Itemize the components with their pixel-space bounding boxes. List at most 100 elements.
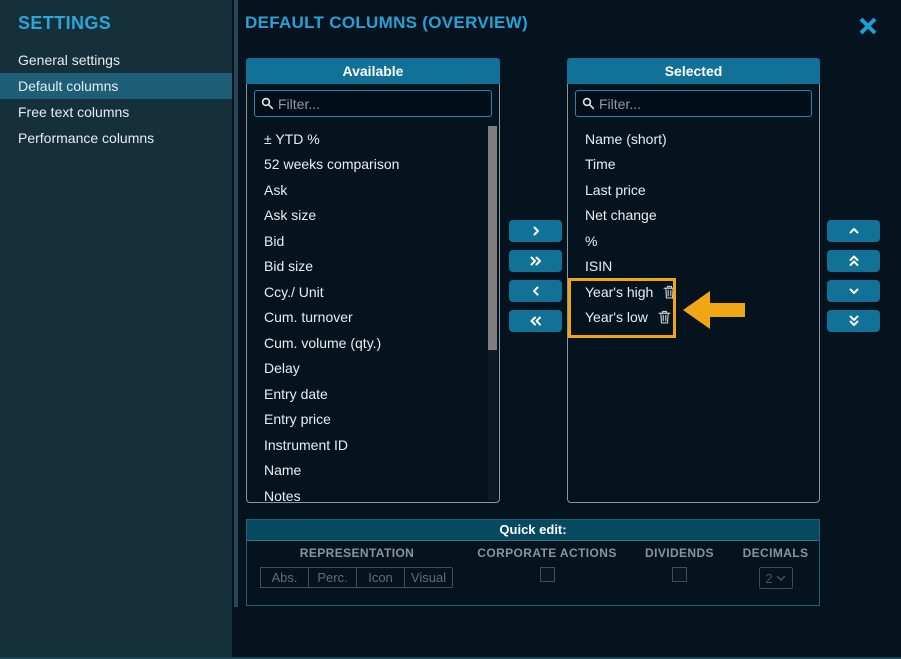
selected-list-item[interactable]: %	[568, 228, 819, 254]
move-all-right-button[interactable]	[509, 250, 562, 272]
available-list-item[interactable]: Delay	[247, 356, 499, 382]
selected-filter-input[interactable]	[599, 96, 805, 112]
close-button[interactable]	[855, 14, 881, 40]
selected-item-label: Year's low	[585, 309, 648, 325]
available-list-item[interactable]: Cum. turnover	[247, 305, 499, 331]
selected-list-item[interactable]: Year's low	[568, 305, 819, 331]
dividends-label: DIVIDENDS	[645, 546, 714, 560]
chevron-left-icon	[530, 285, 542, 297]
chevron-down-icon	[848, 285, 860, 297]
double-chevron-right-icon	[529, 255, 543, 267]
available-list-item[interactable]: ± YTD %	[247, 126, 499, 152]
move-all-left-button[interactable]	[509, 310, 562, 332]
settings-dialog: SETTINGS General settings Default column…	[0, 0, 901, 659]
available-body: ± YTD % 52 weeks comparison Ask Ask size…	[246, 84, 500, 503]
available-item-label: Entry price	[264, 411, 331, 427]
move-right-button[interactable]	[509, 220, 562, 242]
default-columns-content: DEFAULT COLUMNS (OVERVIEW) Available	[232, 0, 901, 659]
double-chevron-up-icon	[848, 254, 860, 268]
move-to-top-button[interactable]	[827, 250, 880, 272]
move-to-bottom-button[interactable]	[827, 310, 880, 332]
available-item-label: Ccy./ Unit	[264, 284, 324, 300]
available-filter	[254, 90, 492, 117]
move-left-button[interactable]	[509, 280, 562, 302]
corporate-actions-label: CORPORATE ACTIONS	[477, 546, 616, 560]
available-item-label: Entry date	[264, 386, 328, 402]
available-list-item[interactable]: Cum. volume (qty.)	[247, 330, 499, 356]
representation-option-button[interactable]: Perc.	[308, 567, 357, 588]
double-chevron-left-icon	[529, 315, 543, 327]
available-item-label: Instrument ID	[264, 437, 348, 453]
transfer-buttons	[509, 220, 562, 332]
selected-header: Selected	[567, 58, 820, 84]
representation-option-button[interactable]: Abs.	[260, 567, 309, 588]
selected-list-item[interactable]: ISIN	[568, 254, 819, 280]
selected-item-label: Last price	[585, 182, 646, 198]
sidebar-nav-item[interactable]: Free text columns	[0, 99, 232, 125]
available-header: Available	[246, 58, 500, 84]
dividends-group: DIVIDENDS	[627, 546, 732, 589]
sidebar-nav-item-label: Performance columns	[18, 130, 154, 146]
decimals-dropdown[interactable]: 2	[759, 567, 793, 589]
selected-list-item[interactable]: Year's high	[568, 279, 819, 305]
corporate-actions-group: CORPORATE ACTIONS	[467, 546, 627, 589]
move-down-button[interactable]	[827, 280, 880, 302]
sidebar-nav-item[interactable]: Default columns	[0, 73, 232, 99]
selected-list-item[interactable]: Name (short)	[568, 126, 819, 152]
available-scrollbar-thumb[interactable]	[488, 126, 497, 350]
trash-icon[interactable]	[658, 310, 671, 324]
available-item-label: 52 weeks comparison	[264, 156, 399, 172]
sidebar-nav-item-label: Free text columns	[18, 104, 129, 120]
available-item-label: Ask	[264, 182, 287, 198]
selected-list: Name (short) Time Last price	[568, 126, 819, 502]
available-item-label: Bid	[264, 233, 284, 249]
double-chevron-down-icon	[848, 314, 860, 328]
available-item-label: ± YTD %	[264, 131, 320, 147]
available-list: ± YTD % 52 weeks comparison Ask Ask size…	[247, 126, 499, 502]
selected-list-item[interactable]: Net change	[568, 203, 819, 229]
available-list-item[interactable]: Ccy./ Unit	[247, 279, 499, 305]
available-list-item[interactable]: Name	[247, 458, 499, 484]
selected-body: Name (short) Time Last price	[567, 84, 820, 503]
sidebar-nav-item-label: General settings	[18, 52, 120, 68]
selected-list-item[interactable]: Last price	[568, 177, 819, 203]
available-item-label: Delay	[264, 360, 300, 376]
sidebar-nav: General settings Default columns Free te…	[0, 47, 232, 151]
available-item-label: Cum. volume (qty.)	[264, 335, 381, 351]
available-list-item[interactable]: Ask size	[247, 203, 499, 229]
available-item-label: Name	[264, 462, 301, 478]
selected-item-label: Year's high	[585, 284, 653, 300]
dividends-checkbox[interactable]	[672, 567, 687, 582]
available-list-item[interactable]: 52 weeks comparison	[247, 152, 499, 178]
available-list-item[interactable]: Ask	[247, 177, 499, 203]
trash-icon[interactable]	[663, 285, 676, 299]
representation-option-button[interactable]: Icon	[356, 567, 405, 588]
selected-item-label: Time	[585, 156, 616, 172]
search-icon	[261, 97, 274, 110]
available-list-item[interactable]: Notes	[247, 483, 499, 502]
move-up-button[interactable]	[827, 220, 880, 242]
available-list-item[interactable]: Bid	[247, 228, 499, 254]
corporate-actions-checkbox[interactable]	[540, 567, 555, 582]
available-filter-input[interactable]	[278, 96, 485, 112]
available-list-item[interactable]: Entry price	[247, 407, 499, 433]
settings-sidebar: SETTINGS General settings Default column…	[0, 0, 232, 657]
sidebar-nav-item[interactable]: Performance columns	[0, 125, 232, 151]
available-list-item[interactable]: Entry date	[247, 381, 499, 407]
sidebar-nav-item[interactable]: General settings	[0, 47, 232, 73]
decimals-label: DECIMALS	[743, 546, 809, 560]
quick-edit-panel: Quick edit: REPRESENTATION Abs. Perc. Ic…	[246, 519, 820, 606]
selected-list-item[interactable]: Time	[568, 152, 819, 178]
available-list-item[interactable]: Bid size	[247, 254, 499, 280]
quick-edit-title: Quick edit:	[247, 520, 819, 541]
available-item-label: Cum. turnover	[264, 309, 353, 325]
available-list-item[interactable]: Instrument ID	[247, 432, 499, 458]
selected-item-label: ISIN	[585, 258, 612, 274]
close-icon	[857, 15, 879, 37]
representation-option-button[interactable]: Visual	[404, 567, 453, 588]
representation-group: REPRESENTATION Abs. Perc. Icon Visual	[247, 546, 467, 589]
quick-edit-row: REPRESENTATION Abs. Perc. Icon Visual	[247, 541, 819, 589]
decimals-group: DECIMALS 2	[732, 546, 819, 589]
selected-filter	[575, 90, 812, 117]
available-item-label: Ask size	[264, 207, 316, 223]
